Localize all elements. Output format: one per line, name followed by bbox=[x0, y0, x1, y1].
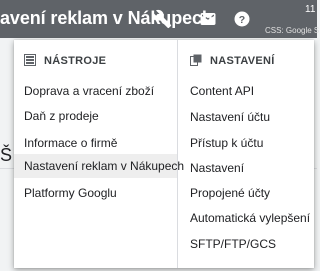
settings-header-label: NASTAVENÍ bbox=[210, 55, 275, 67]
menu-item-sftp-ftp-gcs[interactable]: SFTP/FTP/GCS bbox=[178, 232, 314, 256]
menu-item-settings[interactable]: Nastavení bbox=[178, 156, 314, 180]
tools-header-label: NÁSTROJE bbox=[44, 55, 107, 67]
menu-item-google-platforms[interactable]: Platformy Googlu bbox=[14, 181, 177, 205]
menu-item-account-settings[interactable]: Nastavení účtu bbox=[178, 105, 314, 129]
background-heading-fragment: Š bbox=[0, 145, 13, 165]
menu-item-shopping-ads-settings[interactable]: Nastavení reklam v Nákupech bbox=[14, 154, 184, 178]
menu-item-linked-accounts[interactable]: Propojené účty bbox=[178, 181, 314, 205]
mail-icon[interactable] bbox=[197, 8, 219, 30]
corner-text: CSS: Google S bbox=[265, 26, 320, 35]
menu-item-business-info[interactable]: Informace o firmě bbox=[14, 131, 177, 155]
corner-number: 11 bbox=[305, 4, 316, 15]
tools-header: NÁSTROJE bbox=[24, 53, 107, 69]
tools-dropdown-menu: NÁSTROJE Doprava a vracení zboží Daň z p… bbox=[14, 40, 314, 268]
top-app-bar: avení reklam v Nákupech ? 11 CSS: Google… bbox=[0, 0, 320, 38]
menu-item-shipping-returns[interactable]: Doprava a vracení zboží bbox=[14, 79, 177, 103]
menu-item-account-access[interactable]: Přístup k účtu bbox=[178, 131, 314, 155]
settings-header: NASTAVENÍ bbox=[190, 54, 275, 68]
settings-panel-icon bbox=[190, 54, 202, 69]
page-title: avení reklam v Nákupech bbox=[0, 8, 213, 28]
help-icon[interactable]: ? bbox=[231, 8, 253, 30]
menu-item-automatic-improvements[interactable]: Automatická vylepšení bbox=[178, 206, 314, 230]
menu-item-content-api[interactable]: Content API bbox=[178, 79, 314, 103]
svg-text:?: ? bbox=[239, 14, 245, 26]
menu-item-sales-tax[interactable]: Daň z prodeje bbox=[14, 104, 177, 128]
tools-panel-icon bbox=[24, 53, 36, 69]
wrench-icon[interactable] bbox=[151, 8, 173, 30]
